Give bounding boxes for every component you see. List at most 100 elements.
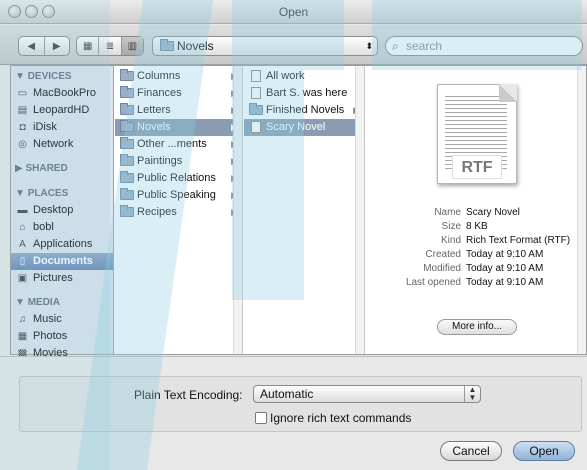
back-forward-control: ◀ ▶	[18, 36, 70, 56]
checkbox-icon[interactable]	[255, 412, 267, 424]
info-value: Rich Text Format (RTF)	[466, 235, 571, 246]
column-scrollbar[interactable]	[233, 66, 242, 354]
sidebar-item-pictures[interactable]: ▣ Pictures	[11, 270, 113, 287]
sidebar-item-desktop[interactable]: ▬ Desktop	[11, 202, 113, 219]
home-icon: ⌂	[19, 222, 26, 233]
folder-icon	[120, 154, 134, 166]
file-info: Name Scary Novel Size 8 KB Kind Rich Text F…	[365, 206, 577, 290]
zoom-window-button[interactable]	[42, 5, 55, 18]
popup-arrows-icon: ⬍	[365, 41, 373, 51]
sidebar-item-bobl[interactable]: ⌂ bobl	[11, 219, 113, 236]
folder-icon	[120, 205, 134, 217]
column-documents: Columns▶ Finances▶ Letters▶ Novels▶ Othe…	[115, 66, 243, 354]
applications-icon: A	[19, 239, 26, 250]
list-item[interactable]: Public Relations▶	[115, 170, 242, 187]
ignore-rich-text-checkbox[interactable]: Ignore rich text commands	[255, 411, 411, 425]
search-icon: ⌕	[392, 39, 399, 53]
cancel-button[interactable]: Cancel	[440, 441, 502, 461]
document-icon	[251, 70, 261, 82]
back-arrow-icon[interactable]: ◀	[19, 37, 44, 55]
preview-pane: RTF Name Scary Novel Size 8 KB Kind Rich Te…	[365, 66, 577, 354]
icon-view-icon[interactable]: ▦	[77, 37, 98, 55]
list-item[interactable]: Public Speaking▶	[115, 187, 242, 204]
close-window-button[interactable]	[8, 5, 21, 18]
folder-icon	[120, 188, 134, 200]
info-value: Today at 9:10 AM	[466, 277, 544, 288]
list-view-icon[interactable]: ≣	[98, 37, 120, 55]
window-title: Open	[278, 5, 309, 19]
list-item[interactable]: Finances▶	[115, 85, 242, 102]
list-item[interactable]: Letters▶	[115, 102, 242, 119]
rtf-document-icon: RTF	[437, 84, 517, 184]
list-item[interactable]: All work	[244, 68, 364, 85]
encoding-value: Automatic	[260, 387, 314, 401]
info-label: Name	[434, 207, 461, 218]
encoding-label: Plain Text Encoding:	[134, 388, 243, 402]
sidebar-item-leopardhd[interactable]: ▤ LeopardHD	[11, 102, 113, 119]
search-placeholder: search	[406, 39, 443, 53]
more-info-button[interactable]: More info...	[437, 319, 517, 335]
info-value: Today at 9:10 AM	[466, 263, 544, 274]
folder-icon	[120, 69, 134, 81]
info-label: Modified	[423, 263, 461, 274]
encoding-popup[interactable]: Automatic ▲ ▼	[253, 385, 481, 403]
search-field[interactable]: ⌕ search	[385, 36, 583, 56]
minimize-window-button[interactable]	[25, 5, 38, 18]
music-note-icon: ♫	[18, 314, 27, 325]
column-novels: All work Bart S. was here Finished Novel…	[244, 66, 365, 354]
hard-drive-icon: ▤	[17, 105, 28, 116]
sidebar-item-network[interactable]: ◎ Network	[11, 136, 113, 153]
folder-icon	[120, 103, 134, 115]
column-view-icon[interactable]: ▥	[120, 37, 143, 55]
folder-icon	[120, 86, 134, 98]
rtf-badge: RTF	[452, 155, 502, 179]
sidebar-item-applications[interactable]: A Applications	[11, 236, 113, 253]
photos-icon: ▦	[17, 331, 28, 342]
sidebar: ▼ DEVICES ▭ MacBookPro ▤ LeopardHD ◘ iDisk …	[11, 66, 114, 359]
sidebar-heading-media[interactable]: ▼ MEDIA	[11, 294, 113, 311]
document-icon	[251, 121, 261, 133]
folder-icon	[120, 120, 134, 132]
list-item[interactable]: Novels▶	[115, 119, 242, 136]
info-label: Created	[425, 249, 461, 260]
laptop-icon: ▭	[17, 88, 28, 99]
list-item[interactable]: Scary Novel	[244, 119, 364, 136]
info-label: Kind	[440, 235, 461, 246]
file-browser: ▼ DEVICES ▭ MacBookPro ▤ LeopardHD ◘ iDisk …	[10, 65, 587, 359]
title-bar: Open	[0, 0, 587, 24]
info-value: Today at 9:10 AM	[466, 249, 544, 260]
idisk-icon: ◘	[19, 122, 26, 133]
view-switcher: ▦ ≣ ▥	[76, 36, 144, 56]
folder-icon	[249, 103, 263, 115]
sidebar-item-idisk[interactable]: ◘ iDisk	[11, 119, 113, 136]
info-value: 8 KB	[466, 221, 488, 232]
sidebar-item-documents[interactable]: ▯ Documents	[11, 253, 113, 270]
preview-scrollbar[interactable]	[577, 66, 586, 354]
sidebar-heading-shared[interactable]: ▶ SHARED	[11, 160, 113, 177]
list-item[interactable]: Recipes▶	[115, 204, 242, 221]
sidebar-heading-places[interactable]: ▼ PLACES	[11, 185, 113, 202]
desktop-icon: ▬	[17, 205, 28, 216]
open-button[interactable]: Open	[513, 441, 575, 461]
list-item[interactable]: Bart S. was here	[244, 85, 364, 102]
folder-icon	[160, 39, 174, 51]
path-popup[interactable]: Novels ⬍	[152, 36, 378, 56]
info-label: Size	[441, 221, 461, 232]
documents-icon: ▯	[19, 256, 26, 267]
options-panel: Plain Text Encoding: Automatic ▲ ▼ Ignore…	[0, 356, 587, 470]
pictures-icon: ▣	[17, 273, 28, 284]
sidebar-item-music[interactable]: ♫ Music	[11, 311, 113, 328]
column-scrollbar[interactable]	[355, 66, 364, 354]
folder-icon	[120, 171, 134, 183]
sidebar-item-macbookpro[interactable]: ▭ MacBookPro	[11, 85, 113, 102]
list-item[interactable]: Finished Novels▶	[244, 102, 364, 119]
sidebar-heading-devices[interactable]: ▼ DEVICES	[11, 68, 113, 85]
list-item[interactable]: Columns▶	[115, 68, 242, 85]
info-value: Scary Novel	[466, 207, 520, 218]
popup-arrows-icon: ▲ ▼	[464, 386, 480, 402]
list-item[interactable]: Paintings▶	[115, 153, 242, 170]
sidebar-item-photos[interactable]: ▦ Photos	[11, 328, 113, 345]
folder-icon	[120, 137, 134, 149]
list-item[interactable]: Other ...ments▶	[115, 136, 242, 153]
forward-arrow-icon[interactable]: ▶	[43, 37, 70, 55]
